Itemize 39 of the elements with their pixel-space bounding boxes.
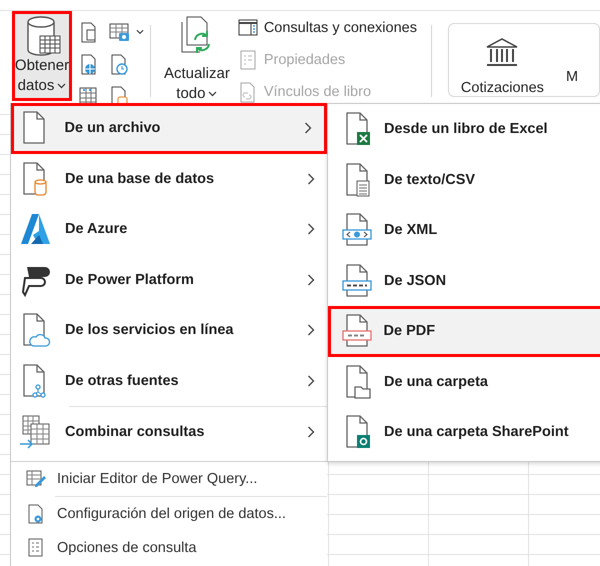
caret-icon [208, 91, 218, 98]
stocks-button[interactable]: Cotizaciones [454, 24, 550, 97]
submenu-item[interactable]: De XML [328, 205, 600, 256]
menu-item[interactable]: De los servicios en línea [11, 305, 327, 356]
menu-item[interactable]: De un archivo [11, 103, 327, 154]
combine-tables-icon [19, 414, 51, 450]
menu-command[interactable]: Configuración del origen de datos... [11, 496, 327, 530]
table-camera-icon [108, 21, 130, 43]
chevron-icon [307, 172, 315, 185]
chevron-icon [307, 426, 315, 438]
menu-item[interactable]: De otras fuentes [11, 356, 327, 406]
json-document-icon [342, 262, 374, 299]
menu-item[interactable]: De Power Platform [11, 254, 327, 305]
xml-document-icon [342, 212, 374, 248]
chevron-icon [307, 374, 315, 387]
get-data-button[interactable]: Obtener datos [12, 11, 72, 101]
submenu-item[interactable]: De una carpeta [328, 356, 600, 407]
pdf-document-icon [342, 313, 374, 350]
submenu-item[interactable]: De PDF [328, 306, 600, 356]
chevron-icon [307, 274, 315, 286]
table-pencil-icon [25, 468, 47, 490]
refresh-all-button[interactable]: Actualizar todo [158, 11, 235, 103]
bank-icon [485, 36, 520, 66]
menu-command[interactable]: Opciones de consulta [11, 530, 327, 564]
chevron-icon [307, 324, 315, 336]
submenu-item[interactable]: De texto/CSV [328, 154, 600, 205]
chevron-icon [307, 223, 315, 236]
caret-icon [57, 83, 66, 90]
menu-item[interactable]: De una base de datos [11, 154, 327, 204]
submenu-item[interactable]: De una carpeta SharePoint [328, 407, 600, 458]
submenu-item[interactable]: Desde un libro de Excel [328, 104, 600, 154]
caret-icon [136, 29, 144, 35]
ribbon-label: M [566, 69, 578, 85]
menu-item[interactable]: De Azure [11, 204, 327, 254]
menu-command[interactable]: Iniciar Editor de Power Query... [11, 462, 327, 496]
menu-item[interactable]: Combinar consultas [11, 407, 327, 458]
chevron-icon [304, 122, 312, 134]
submenu-item[interactable]: De JSON [328, 256, 600, 306]
ribbon-command[interactable]: Consultas y conexiones [236, 17, 417, 39]
